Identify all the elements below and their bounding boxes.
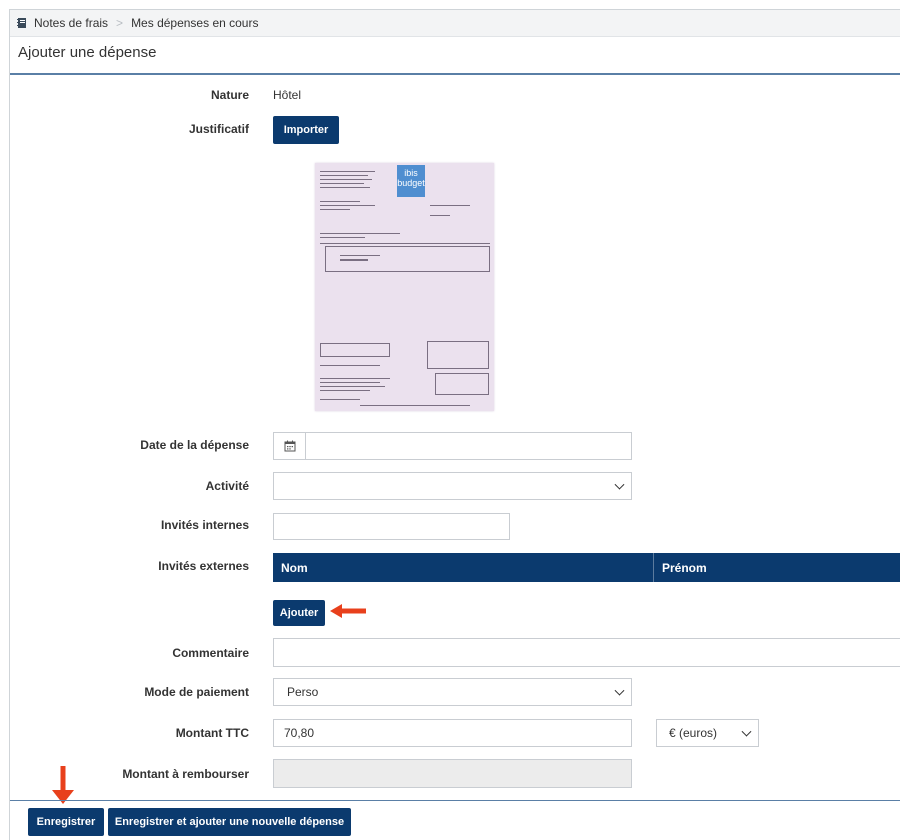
mode-paiement-value: Perso [287, 685, 319, 699]
notebook-icon [16, 17, 28, 29]
montant-ttc-label: Montant TTC [175, 726, 249, 740]
justificatif-label: Justificatif [188, 122, 249, 136]
date-field[interactable] [273, 432, 632, 460]
column-divider [653, 553, 654, 582]
receipt-preview-image[interactable]: ibis budget [315, 163, 494, 411]
montant-ttc-value: 70,80 [284, 726, 315, 740]
breadcrumb-current[interactable]: Mes dépenses en cours [131, 16, 258, 30]
mode-paiement-select[interactable]: Perso [273, 678, 632, 706]
logo-line2: budget [397, 178, 425, 188]
footer-divider [10, 800, 900, 801]
chevron-down-icon [614, 479, 625, 490]
currency-value: € (euros) [669, 726, 718, 740]
ibis-budget-logo: ibis budget [397, 165, 425, 197]
page-title: Ajouter une dépense [18, 44, 157, 61]
annotation-arrow-left-icon [330, 604, 366, 618]
title-divider [10, 73, 900, 75]
nature-value: Hôtel [273, 88, 302, 102]
invites-internes-label: Invités internes [160, 518, 249, 532]
annotation-arrow-down-icon [52, 766, 74, 804]
calendar-icon[interactable] [274, 433, 306, 459]
montant-ttc-input[interactable]: 70,80 [273, 719, 632, 747]
activite-label: Activité [205, 479, 249, 493]
activite-select[interactable] [273, 472, 632, 500]
column-header-prenom[interactable]: Prénom [662, 553, 707, 582]
breadcrumb-root-link[interactable]: Notes de frais [34, 16, 108, 30]
chevron-down-icon [614, 685, 625, 696]
add-guest-button[interactable]: Ajouter [273, 600, 325, 626]
date-label: Date de la dépense [140, 438, 249, 452]
commentaire-label: Commentaire [172, 646, 249, 660]
save-button[interactable]: Enregistrer [28, 808, 104, 836]
save-and-new-button[interactable]: Enregistrer et ajouter une nouvelle dépe… [108, 808, 351, 836]
import-button[interactable]: Importer [273, 116, 339, 144]
chevron-down-icon [741, 726, 752, 737]
nature-label: Nature [210, 88, 249, 102]
invites-externes-label: Invités externes [158, 559, 249, 573]
montant-rembourser-label: Montant à rembourser [122, 767, 249, 781]
logo-line1: ibis [404, 168, 418, 178]
mode-paiement-label: Mode de paiement [144, 685, 249, 699]
external-guests-table-header: Nom Prénom [273, 553, 900, 582]
montant-rembourser-field [273, 759, 632, 788]
commentaire-input[interactable] [273, 638, 900, 667]
invites-internes-input[interactable] [273, 513, 510, 540]
breadcrumb: Notes de frais > Mes dépenses en cours [10, 10, 900, 37]
currency-select[interactable]: € (euros) [656, 719, 759, 747]
breadcrumb-separator: > [116, 16, 124, 30]
column-header-nom[interactable]: Nom [281, 553, 308, 582]
